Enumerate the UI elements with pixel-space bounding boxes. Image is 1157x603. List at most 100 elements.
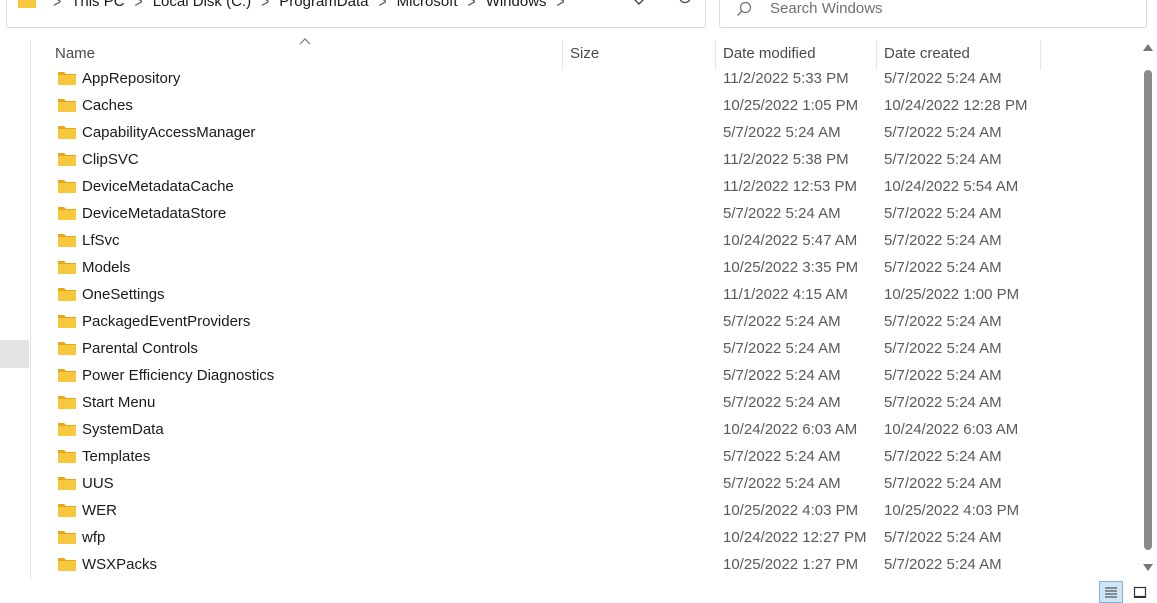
folder-icon [58, 369, 76, 382]
date-created: 10/24/2022 12:28 PM [884, 97, 1028, 114]
file-list-row[interactable]: SystemData 10/24/2022 6:03 AM 10/24/2022 6… [0, 417, 1140, 444]
file-list-row[interactable]: LfSvc 10/24/2022 5:47 AM 5/7/2022 5:24 AM [0, 228, 1140, 255]
column-header-date-modified[interactable]: Date modified [723, 45, 816, 67]
folder-icon [58, 207, 76, 220]
folder-icon [58, 180, 76, 193]
breadcrumb-local-disk[interactable]: Local Disk (C:) [149, 0, 255, 10]
file-list-row[interactable]: Power Efficiency Diagnostics 5/7/2022 5:2… [0, 363, 1140, 390]
date-created: 5/7/2022 5:24 AM [884, 340, 1002, 357]
file-list-row[interactable]: ClipSVC 11/2/2022 5:38 PM 5/7/2022 5:24 AM [0, 147, 1140, 174]
file-name[interactable]: AppRepository [82, 70, 180, 87]
file-list-row[interactable]: WSXPacks 10/25/2022 1:27 PM 5/7/2022 5:24 … [0, 552, 1140, 579]
file-name[interactable]: UUS [82, 475, 114, 492]
date-modified: 10/24/2022 5:47 AM [723, 232, 858, 249]
file-list-row[interactable]: DeviceMetadataStore 5/7/2022 5:24 AM 5/7/2… [0, 201, 1140, 228]
file-name[interactable]: SystemData [82, 421, 164, 438]
details-view-icon [1105, 587, 1117, 598]
date-modified: 5/7/2022 5:24 AM [723, 340, 841, 357]
file-name[interactable]: Power Efficiency Diagnostics [82, 367, 274, 384]
file-list-row[interactable]: Templates 5/7/2022 5:24 AM 5/7/2022 5:24 A… [0, 444, 1140, 471]
file-list: AppRepository 11/2/2022 5:33 PM 5/7/2022 5… [0, 66, 1140, 579]
date-created: 5/7/2022 5:24 AM [884, 475, 1002, 492]
vertical-scrollbar[interactable] [1139, 40, 1157, 580]
file-name[interactable]: PackagedEventProviders [82, 313, 250, 330]
breadcrumb-separator[interactable]: > [372, 0, 392, 11]
file-name[interactable]: Templates [82, 448, 150, 465]
scroll-down-arrow-icon[interactable] [1142, 563, 1154, 573]
folder-icon [58, 153, 76, 166]
file-name[interactable]: Caches [82, 97, 133, 114]
date-created: 5/7/2022 5:24 AM [884, 448, 1002, 465]
folder-icon [58, 396, 76, 409]
file-name[interactable]: OneSettings [82, 286, 165, 303]
date-modified: 10/24/2022 12:27 PM [723, 529, 867, 546]
date-modified: 11/2/2022 5:33 PM [723, 70, 849, 87]
file-list-row[interactable]: UUS 5/7/2022 5:24 AM 5/7/2022 5:24 AM [0, 471, 1140, 498]
details-view-button[interactable] [1099, 581, 1123, 603]
folder-icon [58, 288, 76, 301]
file-name[interactable]: WSXPacks [82, 556, 157, 573]
file-list-row[interactable]: Models 10/25/2022 3:35 PM 5/7/2022 5:24 AM [0, 255, 1140, 282]
file-list-row[interactable]: Start Menu 5/7/2022 5:24 AM 5/7/2022 5:24 … [0, 390, 1140, 417]
date-modified: 5/7/2022 5:24 AM [723, 367, 841, 384]
breadcrumb-microsoft[interactable]: Microsoft [393, 0, 462, 10]
date-created: 5/7/2022 5:24 AM [884, 367, 1002, 384]
file-list-row[interactable]: DeviceMetadataCache 11/2/2022 12:53 PM 10/… [0, 174, 1140, 201]
file-list-row[interactable]: PackagedEventProviders 5/7/2022 5:24 AM 5/… [0, 309, 1140, 336]
folder-icon [58, 342, 76, 355]
folder-icon [58, 261, 76, 274]
column-header-size[interactable]: Size [570, 45, 599, 67]
address-bar[interactable]: > This PC > Local Disk (C:) > ProgramDat… [6, 0, 706, 28]
breadcrumb-separator[interactable]: > [462, 0, 482, 11]
search-input[interactable]: Search Windows [770, 0, 883, 17]
date-created: 5/7/2022 5:24 AM [884, 313, 1002, 330]
file-list-row[interactable]: Parental Controls 5/7/2022 5:24 AM 5/7/202… [0, 336, 1140, 363]
file-list-row[interactable]: Caches 10/25/2022 1:05 PM 10/24/2022 12:28… [0, 93, 1140, 120]
file-list-row[interactable]: AppRepository 11/2/2022 5:33 PM 5/7/2022 5… [0, 66, 1140, 93]
folder-icon [58, 423, 76, 436]
date-modified: 10/25/2022 3:35 PM [723, 259, 859, 276]
breadcrumb-separator[interactable]: > [255, 0, 275, 11]
date-created: 10/24/2022 6:03 AM [884, 421, 1019, 438]
folder-icon [58, 315, 76, 328]
breadcrumb-this-pc[interactable]: This PC [67, 0, 128, 10]
file-name[interactable]: Start Menu [82, 394, 155, 411]
file-list-row[interactable]: OneSettings 11/1/2022 4:15 AM 10/25/2022 1… [0, 282, 1140, 309]
breadcrumb-windows[interactable]: Windows [482, 0, 551, 10]
column-header-name[interactable]: Name [55, 45, 95, 67]
file-name[interactable]: ClipSVC [82, 151, 139, 168]
folder-icon [58, 99, 76, 112]
date-created: 5/7/2022 5:24 AM [884, 70, 1002, 87]
search-icon [737, 1, 752, 16]
search-box[interactable]: Search Windows [719, 0, 1147, 28]
file-name[interactable]: Parental Controls [82, 340, 198, 357]
file-name[interactable]: DeviceMetadataCache [82, 178, 234, 195]
scrollbar-thumb[interactable] [1144, 70, 1152, 550]
file-list-row[interactable]: WER 10/25/2022 4:03 PM 10/25/2022 4:03 PM [0, 498, 1140, 525]
folder-icon [18, 0, 36, 8]
breadcrumb-separator[interactable]: > [551, 0, 571, 11]
date-modified: 10/25/2022 1:05 PM [723, 97, 859, 114]
file-name[interactable]: WER [82, 502, 117, 519]
folder-icon [58, 504, 76, 517]
refresh-button[interactable] [673, 0, 697, 9]
column-header-date-created[interactable]: Date created [884, 45, 970, 67]
date-created: 5/7/2022 5:24 AM [884, 205, 1002, 222]
breadcrumb-programdata[interactable]: ProgramData [275, 0, 372, 10]
date-created: 10/25/2022 4:03 PM [884, 502, 1020, 519]
file-name[interactable]: Models [82, 259, 130, 276]
scroll-up-arrow-icon[interactable] [1142, 42, 1154, 52]
folder-icon [58, 450, 76, 463]
large-icons-view-button[interactable] [1128, 581, 1152, 603]
file-list-row[interactable]: wfp 10/24/2022 12:27 PM 5/7/2022 5:24 AM [0, 525, 1140, 552]
date-created: 10/25/2022 1:00 PM [884, 286, 1020, 303]
file-name[interactable]: CapabilityAccessManager [82, 124, 255, 141]
file-list-row[interactable]: CapabilityAccessManager 5/7/2022 5:24 AM 5… [0, 120, 1140, 147]
file-name[interactable]: wfp [82, 529, 105, 546]
folder-icon [58, 531, 76, 544]
file-name[interactable]: DeviceMetadataStore [82, 205, 226, 222]
file-name[interactable]: LfSvc [82, 232, 120, 249]
date-modified: 11/2/2022 5:38 PM [723, 151, 849, 168]
address-history-button[interactable] [627, 0, 651, 13]
breadcrumb-separator[interactable]: > [129, 0, 149, 11]
